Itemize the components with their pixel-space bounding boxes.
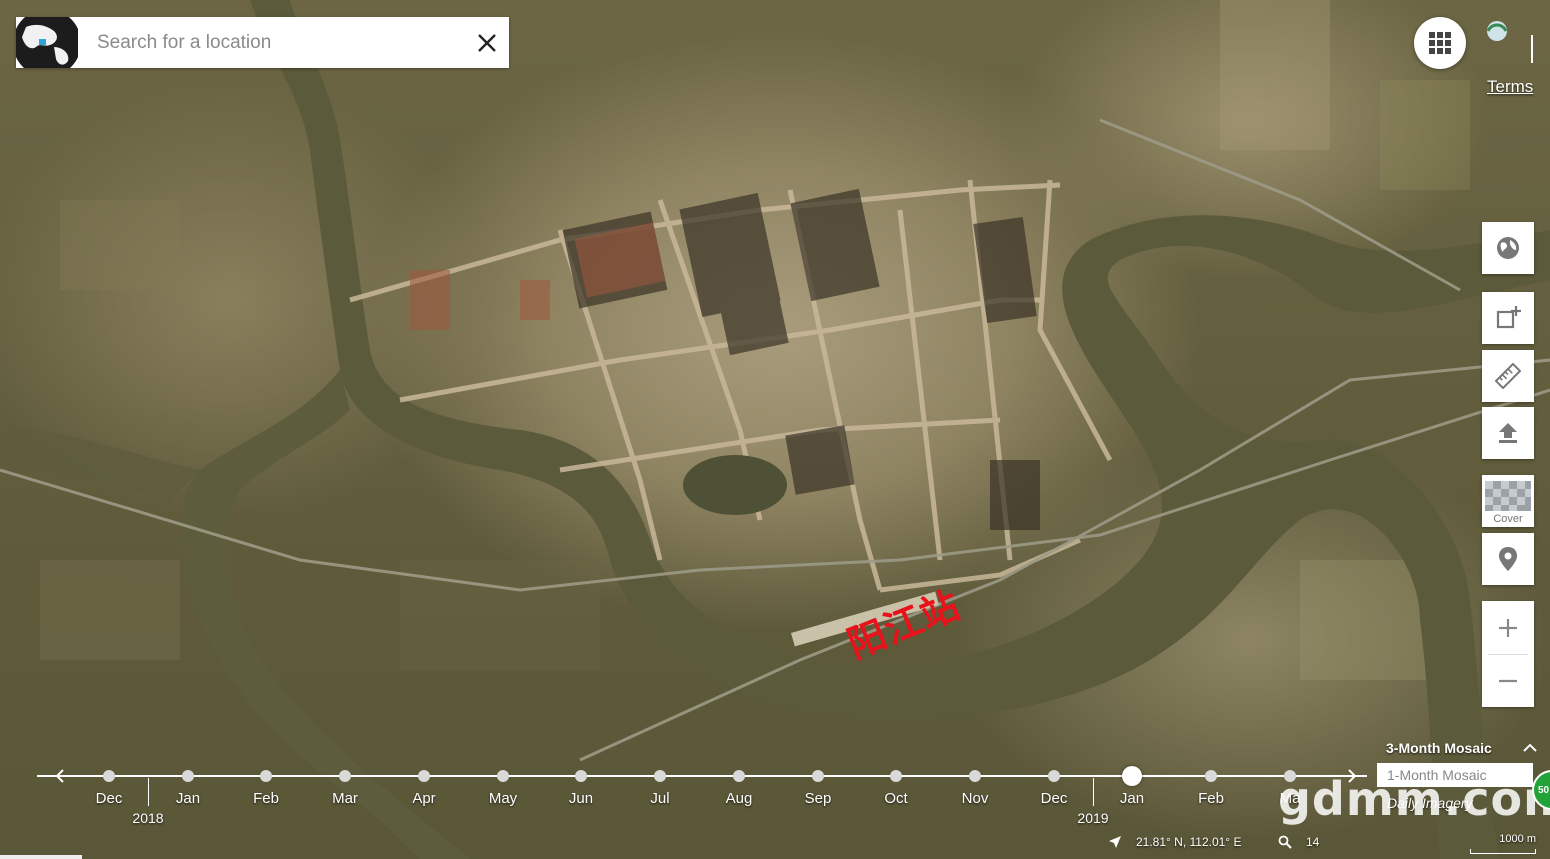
timeline-month-label[interactable]: Feb	[253, 790, 279, 807]
world-map-thumbnail[interactable]	[16, 17, 78, 68]
add-layer-icon	[1496, 306, 1521, 329]
scale-text: 1000 m	[1499, 833, 1536, 845]
timeline-point[interactable]	[654, 770, 666, 782]
chevron-up-icon	[1523, 743, 1537, 752]
timeline-year-label: 2018	[132, 810, 164, 826]
timeline-month-label[interactable]: Nov	[962, 790, 989, 807]
globe-icon	[1497, 237, 1519, 259]
add-layer-button[interactable]	[1482, 292, 1534, 344]
search-input[interactable]	[78, 17, 465, 68]
close-icon	[478, 33, 496, 52]
satellite-map[interactable]	[0, 0, 1550, 859]
scale-indicator: 1000 m	[1470, 833, 1536, 854]
timeline-month-label[interactable]: Dec	[1041, 790, 1068, 807]
measure-button[interactable]	[1482, 350, 1534, 402]
magnifier-icon	[1278, 835, 1292, 849]
timeline-month-label[interactable]: Oct	[884, 790, 907, 807]
zoom-in-icon	[1499, 618, 1517, 637]
timeline-month-label[interactable]: Sep	[805, 790, 832, 807]
location-pin-icon	[1499, 547, 1517, 571]
timeline-point[interactable]	[339, 770, 351, 782]
zoom-level-readout: 14	[1278, 835, 1319, 849]
globe-icon	[16, 17, 78, 68]
avatar-icon	[1486, 21, 1533, 63]
map-imagery	[0, 0, 1550, 859]
timeline-point[interactable]	[812, 770, 824, 782]
map-status-bar: 21.81° N, 112.01° E 14 1000 m	[0, 829, 1550, 859]
cloud-cover-icon	[1485, 480, 1531, 511]
year-divider	[1093, 778, 1094, 806]
zoom-out-icon	[1499, 679, 1517, 682]
year-divider	[148, 778, 149, 806]
timeline-point[interactable]	[575, 770, 587, 782]
zoom-divider	[1488, 654, 1528, 655]
timeline-point[interactable]	[890, 770, 902, 782]
watermark: gdmm.com	[1278, 772, 1550, 826]
timeline-point[interactable]	[969, 770, 981, 782]
timeline-month-label[interactable]: Jul	[650, 790, 669, 807]
apps-menu-button[interactable]	[1414, 17, 1466, 69]
basemap-button[interactable]	[1482, 222, 1534, 274]
zoom-in-button[interactable]	[1482, 601, 1534, 654]
mosaic-selected-label: 3-Month Mosaic	[1386, 740, 1492, 756]
zoom-controls	[1482, 601, 1534, 707]
upload-icon	[1499, 423, 1517, 443]
zoom-out-button[interactable]	[1482, 654, 1534, 707]
timeline-point[interactable]	[260, 770, 272, 782]
search-bar	[16, 17, 509, 68]
scale-bar	[1470, 849, 1536, 854]
timeline-point[interactable]	[182, 770, 194, 782]
timeline-month-label[interactable]: Jan	[176, 790, 200, 807]
ruler-icon	[1495, 363, 1521, 389]
timeline-year-label: 2019	[1077, 810, 1109, 826]
timeline-month-label[interactable]: May	[489, 790, 517, 807]
grid-icon	[1429, 32, 1451, 54]
timeline-point[interactable]	[1205, 770, 1217, 782]
cloud-cover-button[interactable]: Cover	[1482, 475, 1534, 527]
timeline-point[interactable]	[103, 770, 115, 782]
timeline-month-label[interactable]: Dec	[96, 790, 123, 807]
timeline-month-label[interactable]: Mar	[332, 790, 358, 807]
coordinates-text: 21.81° N, 112.01° E	[1136, 835, 1242, 849]
cover-label: Cover	[1493, 512, 1523, 525]
timeline-month-label-selected[interactable]: Jan	[1120, 790, 1144, 807]
timeline-month-label[interactable]: Apr	[412, 790, 435, 807]
upload-button[interactable]	[1482, 407, 1534, 459]
mosaic-dropdown[interactable]: 3-Month Mosaic	[1377, 736, 1537, 760]
timeline-month-label[interactable]: Jun	[569, 790, 593, 807]
timeline-track[interactable]	[37, 775, 1367, 777]
account-avatar[interactable]	[1480, 17, 1534, 71]
timeline-prev-button[interactable]	[50, 766, 70, 786]
clear-search-button[interactable]	[465, 21, 509, 65]
timeline-point[interactable]	[497, 770, 509, 782]
zoom-level-text: 14	[1306, 835, 1320, 849]
timeline-month-label[interactable]: Feb	[1198, 790, 1224, 807]
timeline-point[interactable]	[418, 770, 430, 782]
terms-link[interactable]: Terms	[1487, 77, 1533, 97]
chevron-left-icon	[55, 769, 64, 783]
location-button[interactable]	[1482, 533, 1534, 585]
timeline-month-label[interactable]: Aug	[726, 790, 753, 807]
timeline-point[interactable]	[733, 770, 745, 782]
timeline-point-selected[interactable]	[1122, 766, 1142, 786]
timeline-point[interactable]	[1048, 770, 1060, 782]
navigation-arrow-icon	[1109, 836, 1121, 848]
cursor-coordinates: 21.81° N, 112.01° E	[1108, 835, 1241, 849]
status-strip	[0, 855, 82, 859]
